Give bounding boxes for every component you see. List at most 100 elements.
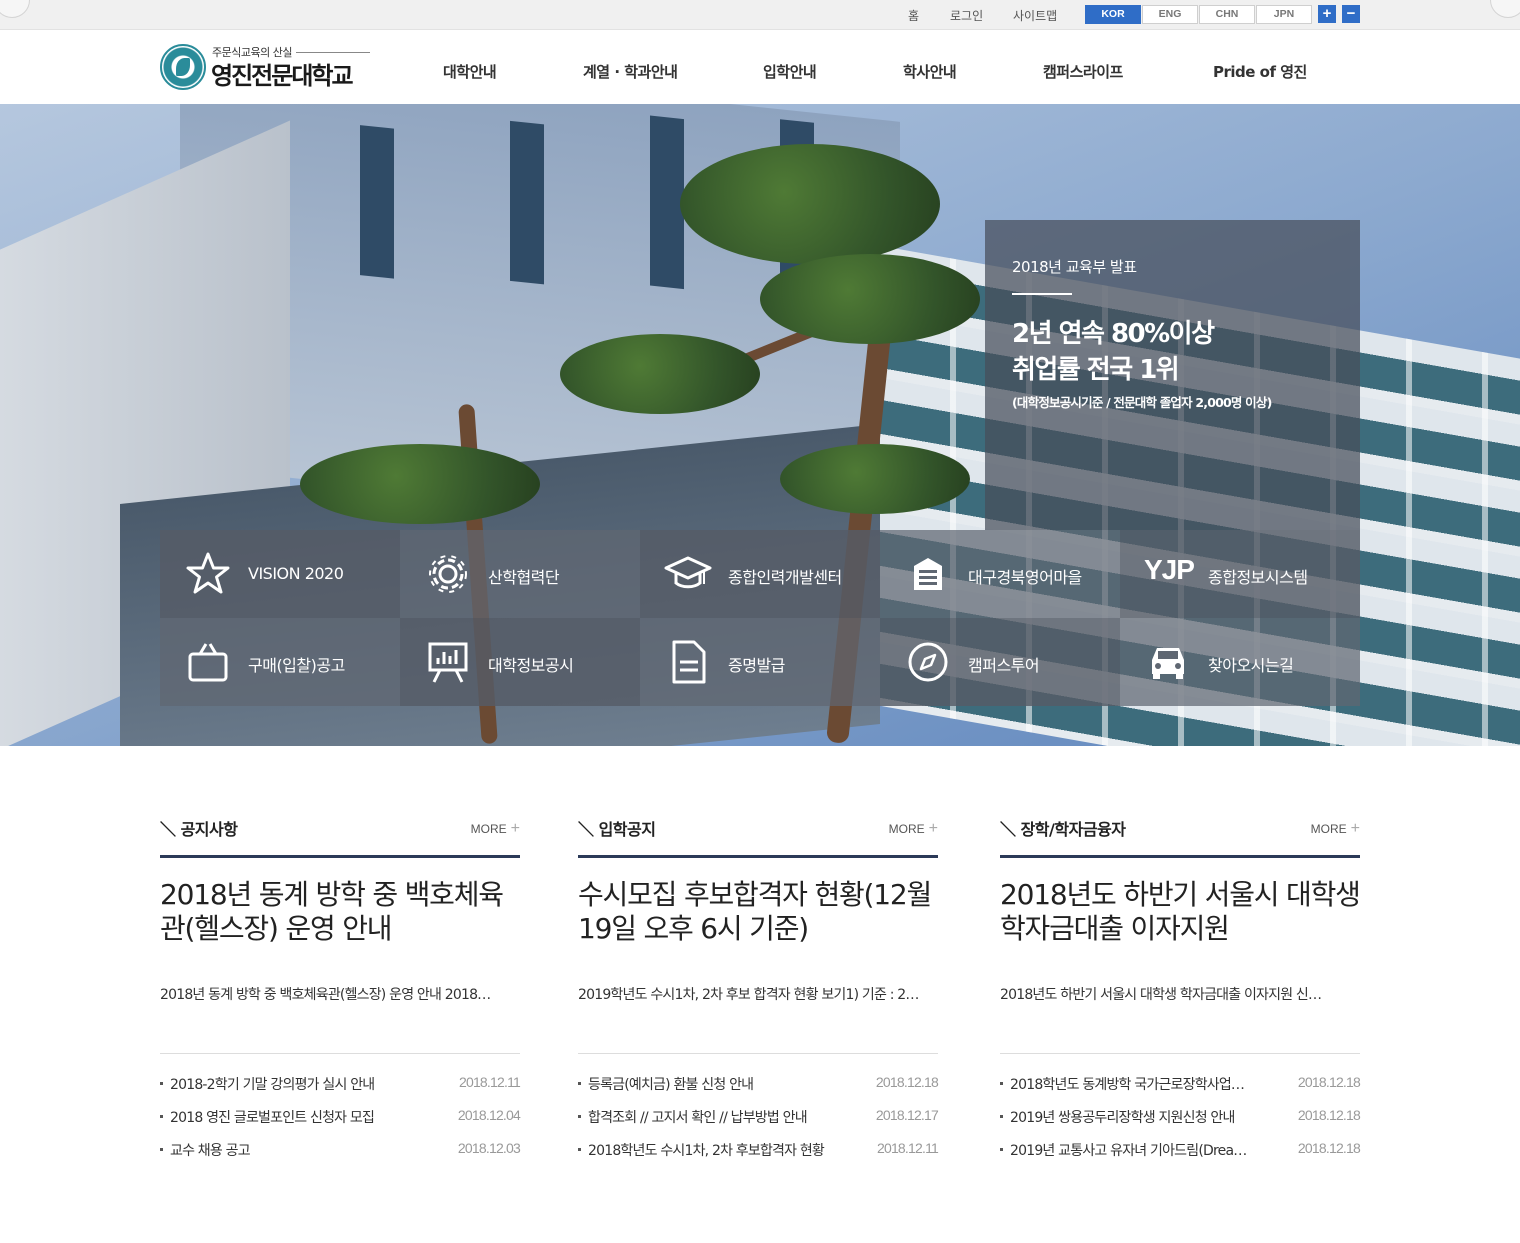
post-title[interactable]: 등록금(예치금) 환불 신청 안내 [588,1074,850,1094]
promo-headline-line2: 취업률 전국 1위 [1012,355,1180,385]
featured-post-title[interactable]: 수시모집 후보합격자 현황(12월19일 오후 6시 기준) [578,878,940,946]
zoom-in-button[interactable]: + [1318,5,1336,23]
quick-label: 종합인력개발센터 [728,568,842,587]
quick-campus-tour[interactable]: 캠퍼스투어 [880,618,1120,706]
post-date: 2018.12.11 [458,1074,521,1090]
lang-eng-button[interactable]: ENG [1142,5,1198,24]
home-link[interactable]: 홈 [908,7,919,24]
quick-label: 대학정보공시 [488,656,574,675]
list-item[interactable]: 2018 영진 글로벌포인트 신청자 모집 2018.12.04 [160,1107,521,1140]
more-button[interactable]: MORE + [1311,820,1360,838]
lang-jpn-button[interactable]: JPN [1256,5,1312,24]
quick-label: 증명발급 [728,656,785,675]
quick-label: VISION 2020 [248,564,344,583]
quick-label: 캠퍼스투어 [968,656,1040,675]
promo-note: (대학정보공시기준 / 전문대학 졸업자 2,000명 이상) [1012,395,1272,410]
hero-banner: 2018년 교육부 발표 2년 연속 80%이상 취업률 전국 1위 (대학정보… [0,104,1520,746]
post-title[interactable]: 합격조회 // 고지서 확인 // 납부방법 안내 [588,1107,850,1127]
more-button[interactable]: MORE + [889,820,938,838]
board-title: ＼ 공지사항 [160,820,238,839]
prev-circle-icon[interactable] [0,0,30,18]
promo-kicker: 2018년 교육부 발표 [1012,258,1137,276]
quick-disclosure[interactable]: 대학정보공시 [400,618,640,706]
post-list: 2018학년도 동계방학 국가근로장학사업… 2018.12.18 2019년 쌍… [1000,1074,1361,1173]
nav-admissions[interactable]: 입학안내 [763,61,817,82]
list-item[interactable]: 2019년 교통사고 유자녀 기아드림(Drea… 2018.12.18 [1000,1140,1361,1173]
quick-industry-cooperation[interactable]: 산학협력단 [400,530,640,618]
more-label: MORE [1310,822,1347,836]
quick-english-village[interactable]: 대구경북영어마을 [880,530,1120,618]
quick-directions[interactable]: 찾아오시는길 [1120,618,1360,706]
featured-post-title[interactable]: 2018년 동계 방학 중 백호체육관(헬스장) 운영 안내 [160,878,522,946]
board-title-text: 장학/학자금융자 [1020,820,1126,839]
post-title[interactable]: 2018학년도 수시1차, 2차 후보합격자 현황 [588,1140,850,1160]
featured-post-summary[interactable]: 2019학년도 수시1차, 2차 후보 합격자 현황 보기1) 기준 : 2… [578,984,938,1004]
more-label: MORE [888,822,925,836]
post-title[interactable]: 2019년 쌍용공두리장학생 지원신청 안내 [1010,1107,1272,1127]
sitemap-link[interactable]: 사이트맵 [1013,7,1057,24]
zoom-out-button[interactable]: − [1342,5,1360,23]
nav-pride[interactable]: Pride of 영진 [1213,61,1307,82]
next-circle-icon[interactable] [1490,0,1520,18]
compass-icon [908,642,948,682]
board-title: ＼ 입학공지 [578,820,656,839]
pine-foliage [680,144,940,264]
lang-kor-button[interactable]: KOR [1085,5,1141,24]
nav-departments[interactable]: 계열 · 학과안내 [583,61,678,82]
board-divider [1000,855,1360,858]
plus-icon: + [928,820,938,837]
quick-label: 종합정보시스템 [1208,568,1308,587]
post-date: 2018.12.18 [1297,1107,1361,1123]
post-title[interactable]: 2018 영진 글로벌포인트 신청자 모집 [170,1107,432,1127]
quick-info-system[interactable]: YJP 종합정보시스템 [1120,530,1360,618]
quick-certificates[interactable]: 증명발급 [640,618,880,706]
post-list: 등록금(예치금) 환불 신청 안내 2018.12.18 합격조회 // 고지서 … [578,1074,939,1173]
nav-about[interactable]: 대학안내 [443,61,497,82]
quick-label: 대구경북영어마을 [968,568,1082,587]
pine-foliage [560,334,760,414]
nav-campus-life[interactable]: 캠퍼스라이프 [1043,61,1123,82]
quick-procurement[interactable]: 구매(입찰)공고 [160,618,400,706]
featured-post-summary[interactable]: 2018년 동계 방학 중 백호체육관(헬스장) 운영 안내 2018… [160,984,520,1004]
quick-career-center[interactable]: 종합인력개발센터 [640,530,880,618]
quick-vision-2020[interactable]: VISION 2020 [160,530,400,618]
post-title[interactable]: 2018-2학기 기말 강의평가 실시 안내 [170,1074,432,1094]
list-item[interactable]: 2018학년도 수시1차, 2차 후보합격자 현황 2018.12.11 [578,1140,939,1173]
board-title: ＼ 장학/학자금융자 [1000,820,1126,839]
promo-headline: 2년 연속 80%이상 취업률 전국 1위 [1012,316,1215,388]
quick-label: 산학협력단 [488,568,560,587]
login-link[interactable]: 로그인 [950,7,983,24]
promo-divider [1012,293,1072,295]
yjp-text-icon: YJP [1144,554,1195,585]
more-button[interactable]: MORE + [471,820,520,838]
logo-wordmark[interactable]: 영진전문대학교 [211,56,354,91]
featured-post-summary[interactable]: 2018년도 하반기 서울시 대학생 학자금대출 이자지원 신… [1000,984,1360,1004]
site-header: 주문식교육의 산실 영진전문대학교 대학안내 계열 · 학과안내 입학안내 학사… [0,30,1520,104]
board-separator [1000,1053,1360,1054]
board-separator [160,1053,520,1054]
list-item[interactable]: 2018-2학기 기말 강의평가 실시 안내 2018.12.11 [160,1074,521,1107]
featured-post-title[interactable]: 2018년도 하반기 서울시 대학생 학자금대출 이자지원 [1000,878,1362,946]
lang-chn-button[interactable]: CHN [1199,5,1255,24]
list-item[interactable]: 합격조회 // 고지서 확인 // 납부방법 안내 2018.12.17 [578,1107,939,1140]
post-title[interactable]: 2019년 교통사고 유자녀 기아드림(Drea… [1010,1140,1272,1160]
list-item[interactable]: 2018학년도 동계방학 국가근로장학사업… 2018.12.18 [1000,1074,1361,1107]
post-date: 2018.12.04 [457,1107,521,1123]
list-item[interactable]: 등록금(예치금) 환불 신청 안내 2018.12.18 [578,1074,939,1107]
promo-box: 2018년 교육부 발표 2년 연속 80%이상 취업률 전국 1위 (대학정보… [985,220,1360,530]
list-item[interactable]: 2019년 쌍용공두리장학생 지원신청 안내 2018.12.18 [1000,1107,1361,1140]
post-date: 2018.12.18 [1297,1140,1361,1156]
post-date: 2018.12.17 [875,1107,939,1123]
list-item[interactable]: 교수 채용 공고 2018.12.03 [160,1140,521,1173]
post-title[interactable]: 2018학년도 동계방학 국가근로장학사업… [1010,1074,1272,1094]
more-label: MORE [470,822,507,836]
post-title[interactable]: 교수 채용 공고 [170,1140,432,1160]
logo-divider [296,52,370,53]
car-icon [1152,648,1184,679]
university-emblem-icon[interactable] [160,44,206,90]
document-icon [672,640,706,684]
quick-label: 찾아오시는길 [1208,656,1294,675]
board-separator [578,1053,938,1054]
bag-icon [188,643,228,682]
nav-academics[interactable]: 학사안내 [903,61,957,82]
